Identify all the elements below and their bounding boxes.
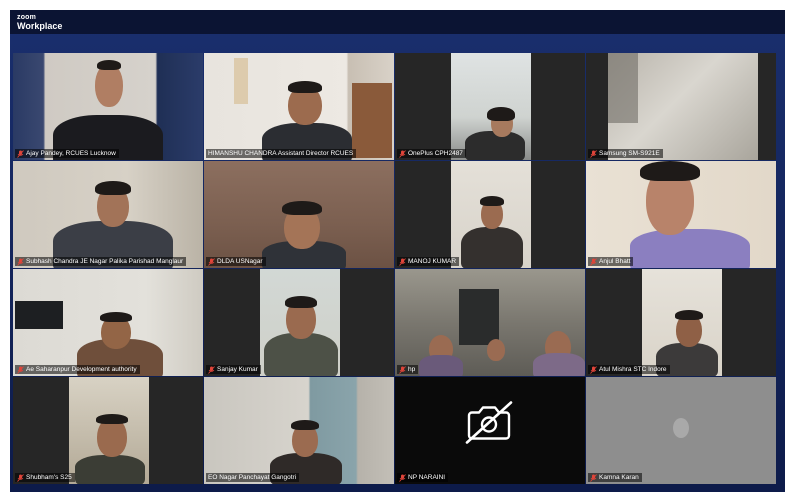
muted-mic-icon [399, 149, 406, 158]
participant-name: Kamna Karan [599, 474, 639, 481]
video-tile[interactable]: Sanjay Kumar [204, 269, 394, 376]
video-tile[interactable]: EO Nagar Panchayat Gangotri [204, 377, 394, 484]
participant-name: EO Nagar Panchayat Gangotri [208, 474, 297, 481]
participant-name-label: Atul Mishra STC Indore [588, 365, 670, 374]
video-tile[interactable]: OnePlus CPH2487 [395, 53, 585, 160]
participant-name-label: OnePlus CPH2487 [397, 149, 466, 158]
video-tile[interactable]: hp [395, 269, 585, 376]
participant-name: Shubham's S25 [26, 474, 72, 481]
participant-name-label: EO Nagar Panchayat Gangotri [206, 473, 300, 482]
participant-name-label: Ae Saharanpur Development authority [15, 365, 140, 374]
muted-mic-icon [399, 257, 406, 266]
camera-off-icon [463, 399, 517, 450]
participant-name-label: Shubham's S25 [15, 473, 75, 482]
muted-mic-icon [590, 257, 597, 266]
participant-name: Anjul Bhatt [599, 258, 631, 265]
muted-mic-icon [17, 473, 24, 482]
video-tile[interactable]: Samsung SM-S921E [586, 53, 776, 160]
video-tile[interactable]: Subhash Chandra JE Nagar Palika Parishad… [13, 161, 203, 268]
participant-name-label: Sanjay Kumar [206, 365, 261, 374]
muted-mic-icon [590, 473, 597, 482]
video-tile-active-speaker[interactable]: HIMANSHU CHANDRA Assistant Director RCUE… [204, 53, 394, 160]
participant-name-label: Anjul Bhatt [588, 257, 634, 266]
video-tile[interactable]: Ajay Pandey, RCUES Lucknow [13, 53, 203, 160]
participant-name-label: MANOJ KUMAR [397, 257, 460, 266]
video-tile[interactable]: Ae Saharanpur Development authority [13, 269, 203, 376]
participant-name: Ajay Pandey, RCUES Lucknow [26, 150, 116, 157]
participant-name-label: NP NARAINI [397, 473, 449, 482]
participant-name-label: Kamna Karan [588, 473, 642, 482]
video-tile[interactable]: MANOJ KUMAR [395, 161, 585, 268]
video-gallery: Ajay Pandey, RCUES Lucknow HIMANSHU CHAN… [13, 53, 777, 485]
muted-mic-icon [17, 257, 24, 266]
muted-mic-icon [590, 365, 597, 374]
muted-mic-icon [590, 149, 597, 158]
video-tile[interactable]: DLDA USNagar [204, 161, 394, 268]
participant-name: hp [408, 366, 416, 373]
muted-mic-icon [208, 257, 215, 266]
participant-name-label: DLDA USNagar [206, 257, 266, 266]
participant-name-label: hp [397, 365, 419, 374]
participant-name-label: Subhash Chandra JE Nagar Palika Parishad… [15, 257, 187, 266]
video-tile[interactable]: Kamna Karan [586, 377, 776, 484]
participant-name: Sanjay Kumar [217, 366, 258, 373]
participant-name-label: Ajay Pandey, RCUES Lucknow [15, 149, 119, 158]
participant-name: Samsung SM-S921E [599, 150, 660, 157]
muted-mic-icon [399, 473, 406, 482]
video-tile[interactable]: Anjul Bhatt [586, 161, 776, 268]
participant-name: Ae Saharanpur Development authority [26, 366, 137, 373]
video-tile-camera-off[interactable]: NP NARAINI [395, 377, 585, 484]
zoom-workplace-logo: zoom Workplace [17, 13, 62, 31]
participant-name: OnePlus CPH2487 [408, 150, 463, 157]
participant-name-label: Samsung SM-S921E [588, 149, 663, 158]
brand-bottom: Workplace [17, 21, 63, 31]
video-tile[interactable]: Shubham's S25 [13, 377, 203, 484]
muted-mic-icon [17, 365, 24, 374]
muted-mic-icon [399, 365, 406, 374]
muted-mic-icon [208, 365, 215, 374]
title-bar: zoom Workplace [10, 10, 785, 34]
participant-name: HIMANSHU CHANDRA Assistant Director RCUE… [208, 150, 354, 157]
participant-name: Subhash Chandra JE Nagar Palika Parishad… [26, 258, 184, 265]
participant-name-label: HIMANSHU CHANDRA Assistant Director RCUE… [206, 149, 357, 158]
participant-name: NP NARAINI [408, 474, 446, 481]
muted-mic-icon [17, 149, 24, 158]
blurred-video [673, 418, 689, 439]
participant-name: Atul Mishra STC Indore [599, 366, 667, 373]
participant-name: MANOJ KUMAR [408, 258, 457, 265]
video-tile[interactable]: Atul Mishra STC Indore [586, 269, 776, 376]
participant-name: DLDA USNagar [217, 258, 263, 265]
